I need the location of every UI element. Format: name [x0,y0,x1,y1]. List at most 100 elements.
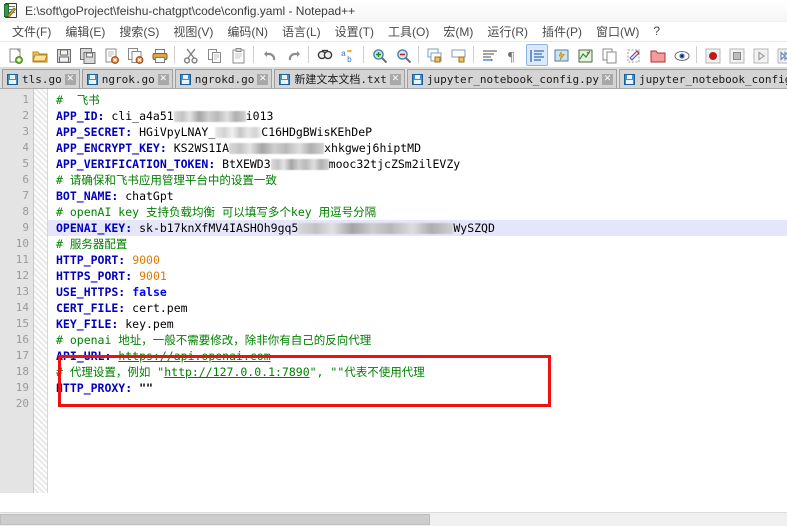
new-file-icon[interactable] [4,44,26,66]
tab-ngrok-go[interactable]: ngrok.go ✕ [81,69,173,88]
menu-encoding[interactable]: 编码(N) [220,22,275,42]
line-number: 8 [22,205,29,218]
print-icon[interactable] [148,44,170,66]
function-list-icon[interactable] [622,44,644,66]
toolbar-separator [363,46,364,63]
show-all-chars-icon[interactable]: ¶ [502,44,524,66]
tab-label: ngrok.go [101,72,155,86]
code-line-13: USE_HTTPS: false [48,284,787,300]
saved-file-icon [7,73,18,85]
cut-icon[interactable] [179,44,201,66]
undo-icon[interactable] [258,44,280,66]
code-line-9: OPENAI_KEY: sk-b17knXfMV4IASHOh9gq5 WySZQ… [48,220,787,236]
save-all-icon[interactable] [76,44,98,66]
line-number: 20 [15,397,29,410]
code-line-3: APP_SECRET: HGiVpyLNAY_ C16HDgBWisKEhDeP [48,124,787,140]
menu-search[interactable]: 搜索(S) [112,22,166,42]
close-icon[interactable]: ✕ [157,73,169,85]
paste-icon[interactable] [227,44,249,66]
menu-file[interactable]: 文件(F) [5,22,58,42]
saved-file-icon [179,73,191,85]
redo-icon[interactable] [282,44,304,66]
scrollbar-thumb[interactable] [0,514,430,525]
line-number: 10 [15,237,29,250]
open-file-icon[interactable] [28,44,50,66]
code-line-15: KEY_FILE: key.pem [48,316,787,332]
code-content[interactable]: # 飞书 APP_ID: cli_a4a51 i013 APP_SECRET: H… [48,89,787,493]
copy-icon[interactable] [203,44,225,66]
tab-label: ngrokd.go [194,72,255,86]
line-number: 3 [22,125,29,138]
close-icon[interactable]: ✕ [64,73,76,85]
yaml-value: chatGpt [118,189,174,203]
yaml-string-value: "" [132,381,153,395]
proxy-url-link[interactable]: http://127.0.0.1:7890 [164,365,309,379]
sync-vertical-scroll-icon[interactable] [423,44,445,66]
close-icon[interactable]: ✕ [257,73,269,85]
redacted-block [270,159,329,170]
tab-tls-go[interactable]: tls.go ✕ [2,69,80,88]
menu-edit[interactable]: 编辑(E) [58,22,112,42]
comment-text: ", ""代表不使用代理 [309,365,425,379]
close-icon[interactable]: ✕ [602,73,614,85]
code-line-10: # 服务器配置 [48,236,787,252]
line-number-gutter: 1 2 3 4 5 6 7 8 9 10 11 12 13 14 15 16 1… [0,89,34,493]
tab-ngrokd-go[interactable]: ngrokd.go ✕ [174,69,273,88]
yaml-value: cert.pem [125,301,188,315]
menu-plugins[interactable]: 插件(P) [535,22,589,42]
user-defined-dialog-icon[interactable] [550,44,572,66]
title-bar: E:\soft\goProject\feishu-chatgpt\code\co… [0,0,787,22]
menu-run[interactable]: 运行(R) [480,22,535,42]
svg-text:b: b [347,56,352,64]
word-wrap-icon[interactable] [478,44,500,66]
line-number: 1 [22,93,29,106]
menu-help[interactable]: ? [646,23,667,40]
indent-guide-icon[interactable] [526,43,548,66]
comment-text: # 代理设置，例如 [56,365,158,379]
save-icon[interactable] [52,44,74,66]
monitoring-icon[interactable] [670,44,692,66]
yaml-value: mooc32tjcZSm2ilEVZy [328,157,461,171]
tab-label: jupyter_notebook_config.json [639,72,787,86]
zoom-out-icon[interactable] [392,44,414,66]
api-url-link[interactable]: https://api.openai.com [118,349,270,363]
macro-record-icon[interactable] [701,44,723,66]
toolbar-separator [253,46,254,63]
close-icon[interactable]: ✕ [389,73,401,85]
tab-new-text-document[interactable]: 新建文本文档.txt ✕ [274,69,405,88]
bookmark-margin[interactable] [34,89,48,493]
editor-area[interactable]: 1 2 3 4 5 6 7 8 9 10 11 12 13 14 15 16 1… [0,89,787,493]
comment-text: # 服务器配置 [56,237,128,251]
yaml-value: sk-b17knXfMV4IASHOh9gq5 [132,221,299,235]
close-all-icon[interactable] [124,44,146,66]
close-file-icon[interactable] [100,44,122,66]
sync-horizontal-scroll-icon[interactable] [447,44,469,66]
replace-icon[interactable]: ab [337,44,359,66]
yaml-value: key.pem [118,317,174,331]
yaml-value: KS2WS1IA [166,141,230,155]
horizontal-scrollbar[interactable] [0,512,787,526]
document-map-icon[interactable] [574,44,596,66]
zoom-in-icon[interactable] [368,44,390,66]
toolbar: ab ¶ [0,42,787,68]
code-line-14: CERT_FILE: cert.pem [48,300,787,316]
code-line-8: # openAI key 支持负载均衡 可以填写多个key 用逗号分隔 [48,204,787,220]
macro-stop-icon[interactable] [725,44,747,66]
menu-view[interactable]: 视图(V) [166,22,220,42]
tab-jupyter-notebook-config-py[interactable]: jupyter_notebook_config.py ✕ [406,69,618,88]
tab-jupyter-notebook-config-json[interactable]: jupyter_notebook_config.json ✕ [619,69,787,88]
macro-playback-multiple-icon[interactable] [773,44,787,66]
yaml-key: APP_ID: [56,109,105,123]
line-number: 5 [22,157,29,170]
menu-settings[interactable]: 设置(T) [328,22,381,42]
toolbar-separator [473,46,474,63]
menu-tools[interactable]: 工具(O) [381,22,436,42]
yaml-key: KEY_FILE: [56,317,119,331]
document-switcher-icon[interactable] [598,44,620,66]
find-icon[interactable] [313,44,335,66]
macro-play-icon[interactable] [749,44,771,66]
menu-macro[interactable]: 宏(M) [436,22,480,42]
menu-window[interactable]: 窗口(W) [589,22,646,42]
menu-language[interactable]: 语言(L) [275,22,328,42]
folder-as-workspace-icon[interactable] [646,44,668,66]
